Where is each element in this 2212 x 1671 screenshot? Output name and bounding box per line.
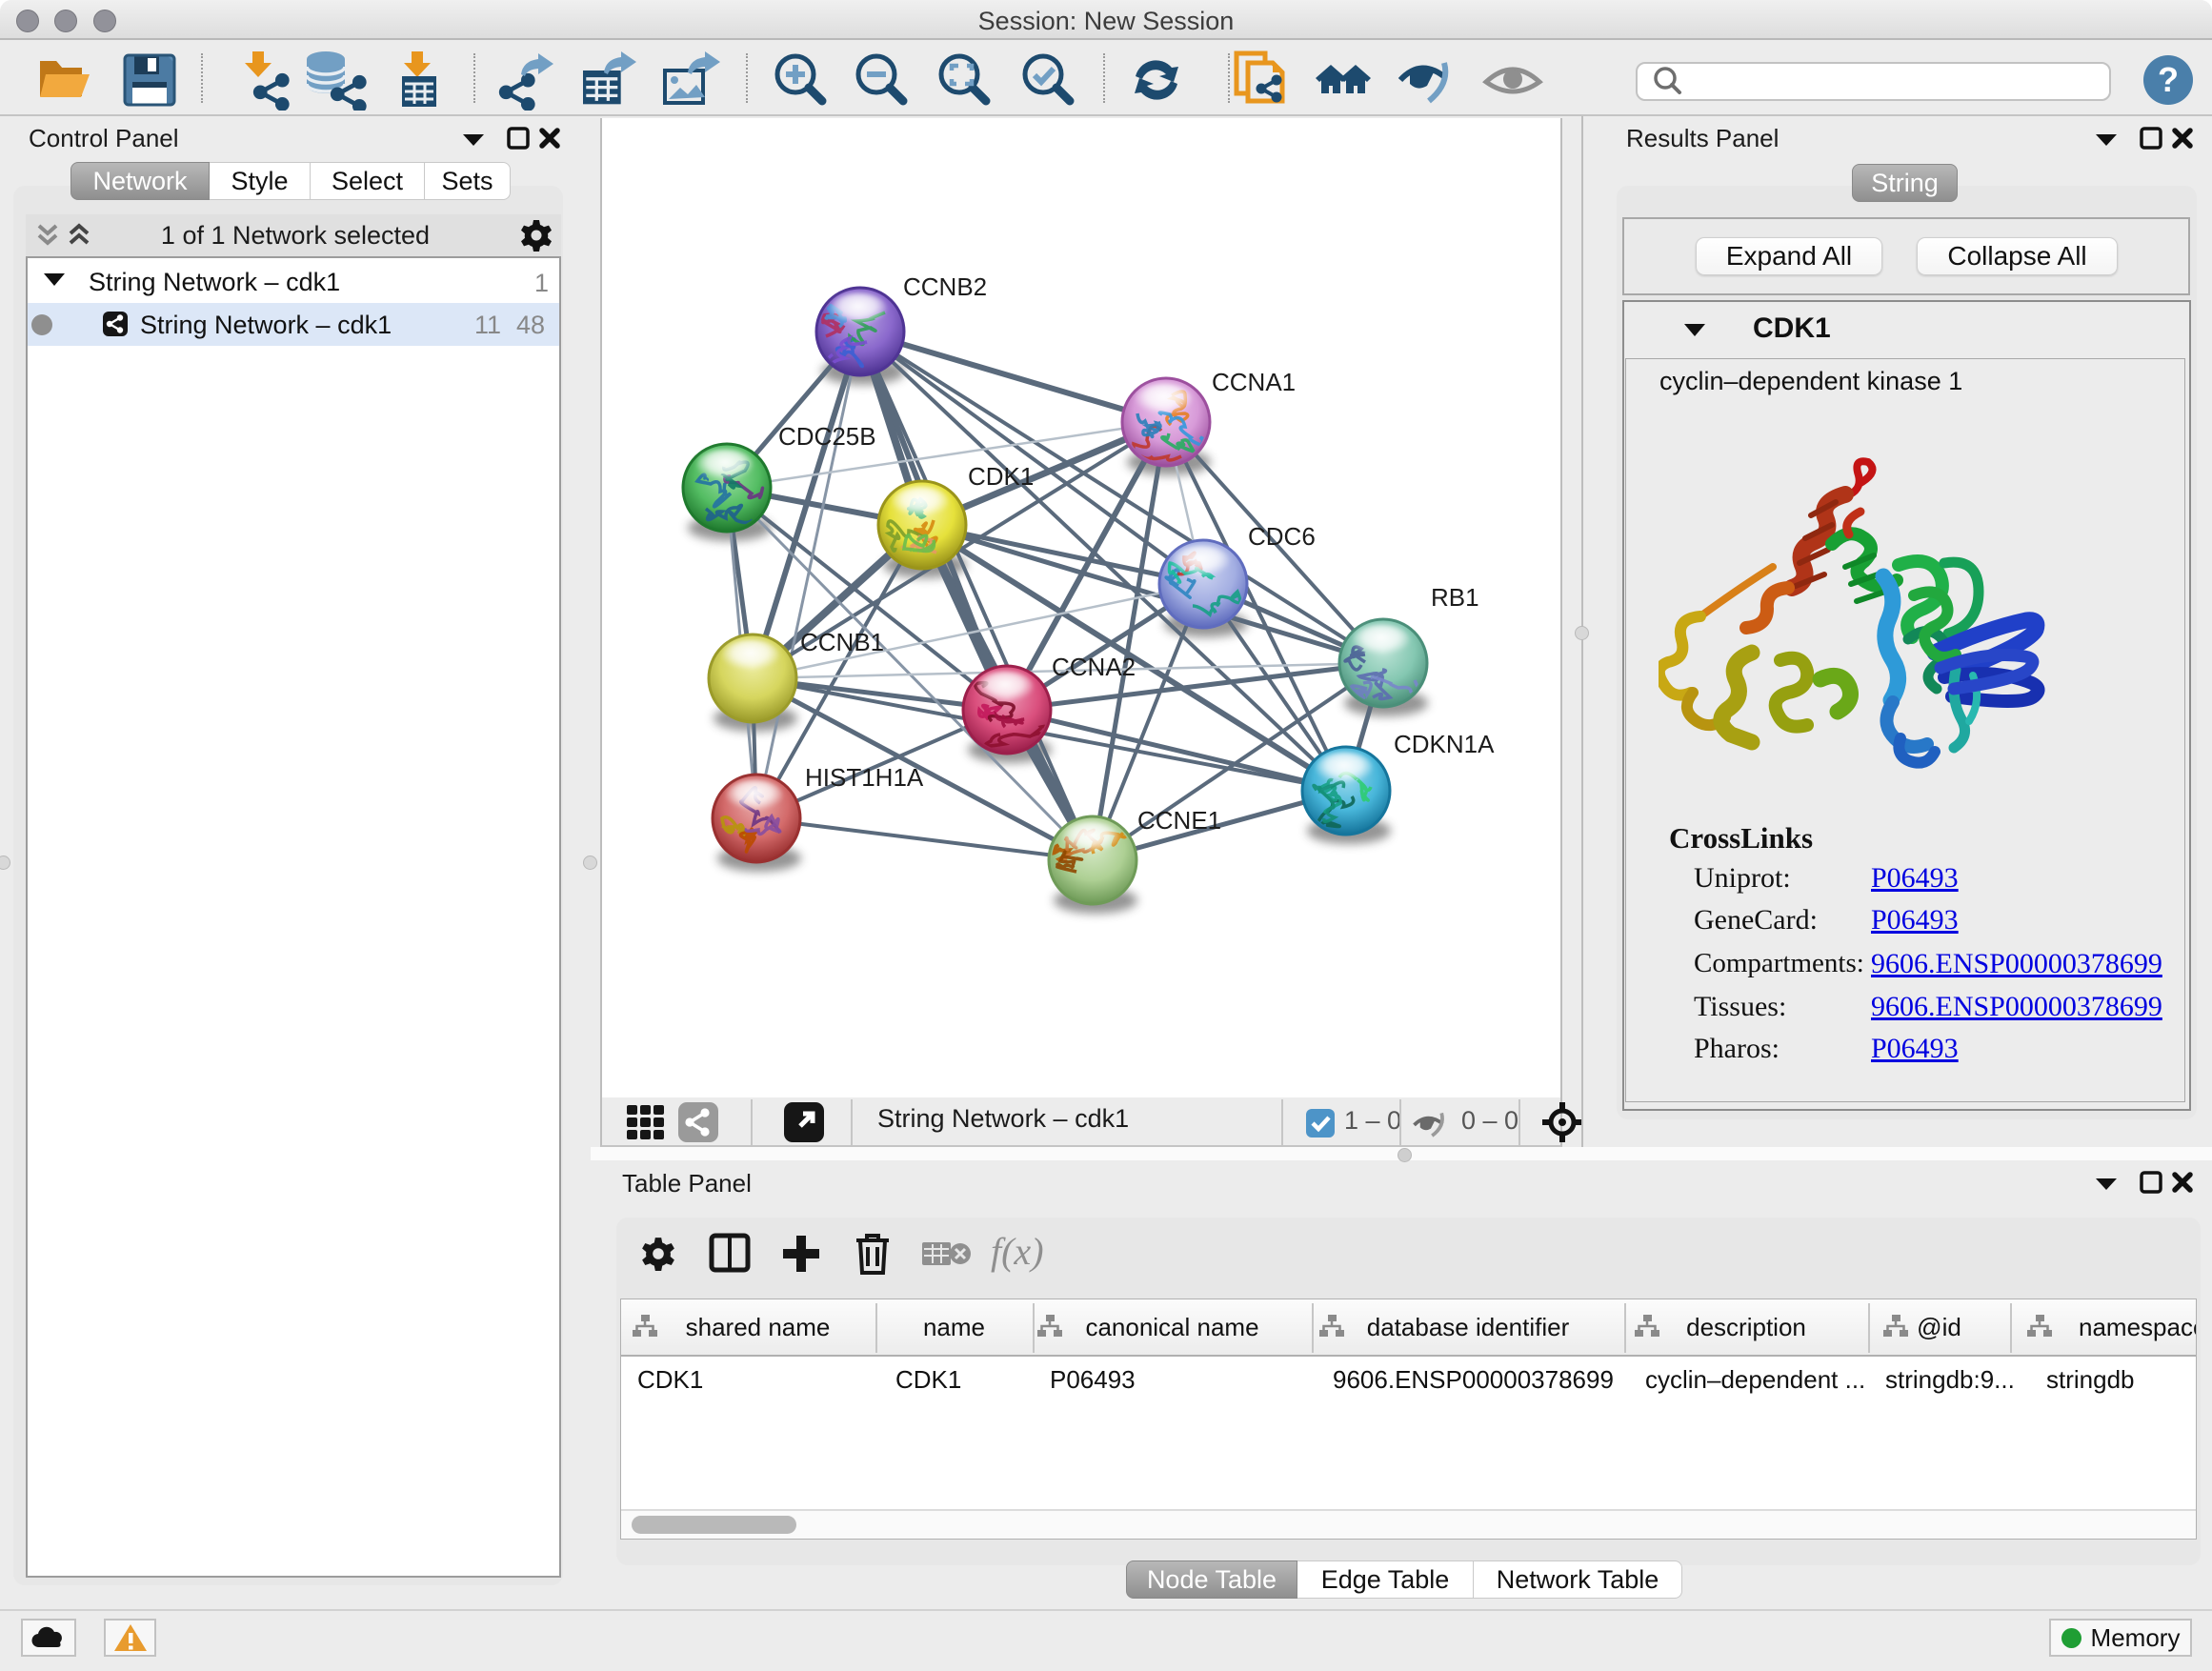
- svg-text:CDC6: CDC6: [1248, 522, 1316, 551]
- svg-text:CDK1: CDK1: [968, 462, 1034, 491]
- svg-text:HIST1H1A: HIST1H1A: [805, 763, 924, 792]
- svg-text:CDKN1A: CDKN1A: [1394, 730, 1495, 758]
- svg-text:CCNE1: CCNE1: [1137, 806, 1221, 835]
- svg-text:CCNA2: CCNA2: [1052, 653, 1136, 681]
- svg-text:CCNB1: CCNB1: [800, 628, 884, 656]
- svg-text:CCNB2: CCNB2: [903, 272, 987, 301]
- svg-text:RB1: RB1: [1431, 583, 1479, 612]
- svg-text:?: ?: [2158, 60, 2179, 99]
- svg-text:CDC25B: CDC25B: [778, 422, 876, 451]
- svg-text:CCNA1: CCNA1: [1212, 368, 1296, 396]
